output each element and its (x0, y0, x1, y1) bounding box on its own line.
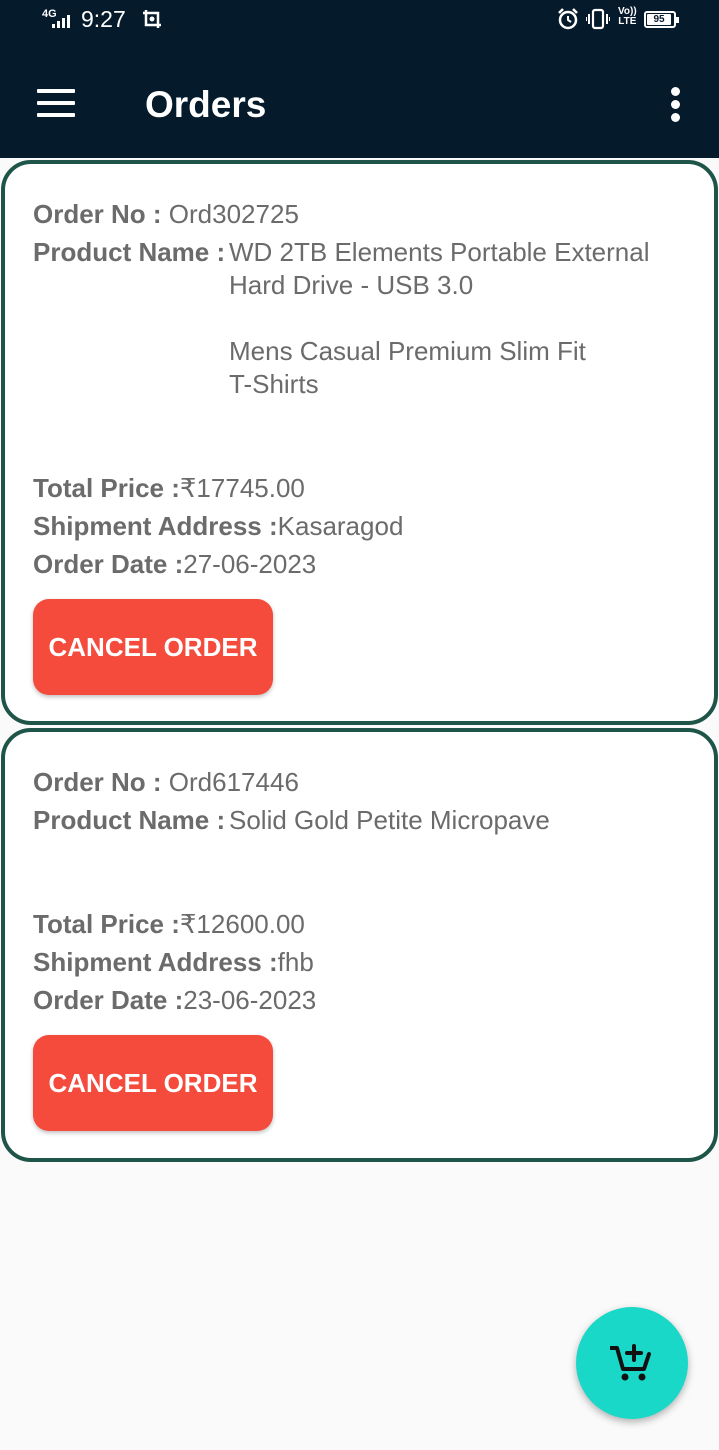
shipment-address-label: Shipment Address : (33, 947, 278, 977)
more-vertical-icon[interactable] (664, 85, 688, 123)
app-bar: Orders (0, 40, 719, 158)
order-date-value: 23-06-2023 (183, 985, 317, 1015)
shipment-address-row: Shipment Address :Kasaragod (33, 510, 403, 543)
product-list: Solid Gold Petite Micropave (229, 804, 550, 837)
product-name-line: WD 2TB Elements Portable External (229, 237, 650, 267)
order-card: Order No : Ord617446 Product Name : Soli… (1, 728, 718, 1162)
shipment-address-value: fhb (277, 947, 314, 977)
order-no-value: Ord302725 (168, 199, 299, 229)
status-bar: 4G 9:27 Vo)) LTE 95 (0, 0, 719, 40)
add-to-cart-button[interactable] (576, 1307, 688, 1419)
volte-indicator: Vo)) LTE (618, 6, 637, 27)
vibrate-icon (586, 8, 610, 30)
order-date-label: Order Date : (33, 985, 184, 1015)
status-time: 9:27 (81, 6, 126, 32)
total-price-row: Total Price :₹17745.00 (33, 472, 305, 505)
product-name-label: Product Name : (33, 237, 226, 267)
order-no-label: Order No : (33, 199, 169, 229)
product-name-row: Product Name : (33, 236, 225, 269)
order-no-row: Order No : Ord302725 (33, 198, 299, 231)
cancel-order-button[interactable]: CANCEL ORDER (33, 1035, 273, 1131)
cancel-order-button[interactable]: CANCEL ORDER (33, 599, 273, 695)
add-to-cart-icon (610, 1344, 651, 1381)
screenshot-icon (143, 10, 161, 28)
order-date-label: Order Date : (33, 549, 184, 579)
order-date-value: 27-06-2023 (183, 549, 317, 579)
order-date-row: Order Date :23-06-2023 (33, 984, 316, 1017)
hamburger-menu-icon[interactable] (37, 87, 75, 117)
product-name-line: Mens Casual Premium Slim Fit (229, 336, 586, 366)
alarm-icon (558, 8, 578, 30)
total-price-label: Total Price : (33, 909, 180, 939)
product-name-line: Hard Drive - USB 3.0 (229, 270, 474, 300)
signal-icon (52, 15, 70, 28)
order-no-row: Order No : Ord617446 (33, 766, 299, 799)
shipment-address-label: Shipment Address : (33, 511, 278, 541)
product-name-row: Product Name : (33, 804, 225, 837)
total-price-value: ₹12600.00 (179, 909, 305, 939)
total-price-label: Total Price : (33, 473, 180, 503)
order-date-row: Order Date :27-06-2023 (33, 548, 316, 581)
shipment-address-value: Kasaragod (277, 511, 404, 541)
battery-level: 95 (653, 14, 665, 25)
battery-icon: 95 (644, 11, 679, 28)
order-no-label: Order No : (33, 767, 169, 797)
product-list: WD 2TB Elements Portable External Hard D… (229, 236, 650, 401)
shipment-address-row: Shipment Address :fhb (33, 946, 314, 979)
product-name-line: Solid Gold Petite Micropave (229, 805, 550, 835)
product-name-label: Product Name : (33, 805, 226, 835)
total-price-value: ₹17745.00 (179, 473, 305, 503)
order-no-value: Ord617446 (168, 767, 299, 797)
order-card: Order No : Ord302725 Product Name : WD 2… (1, 160, 718, 725)
page-title: Orders (145, 84, 267, 125)
product-name-line: T-Shirts (229, 369, 319, 399)
total-price-row: Total Price :₹12600.00 (33, 908, 305, 941)
